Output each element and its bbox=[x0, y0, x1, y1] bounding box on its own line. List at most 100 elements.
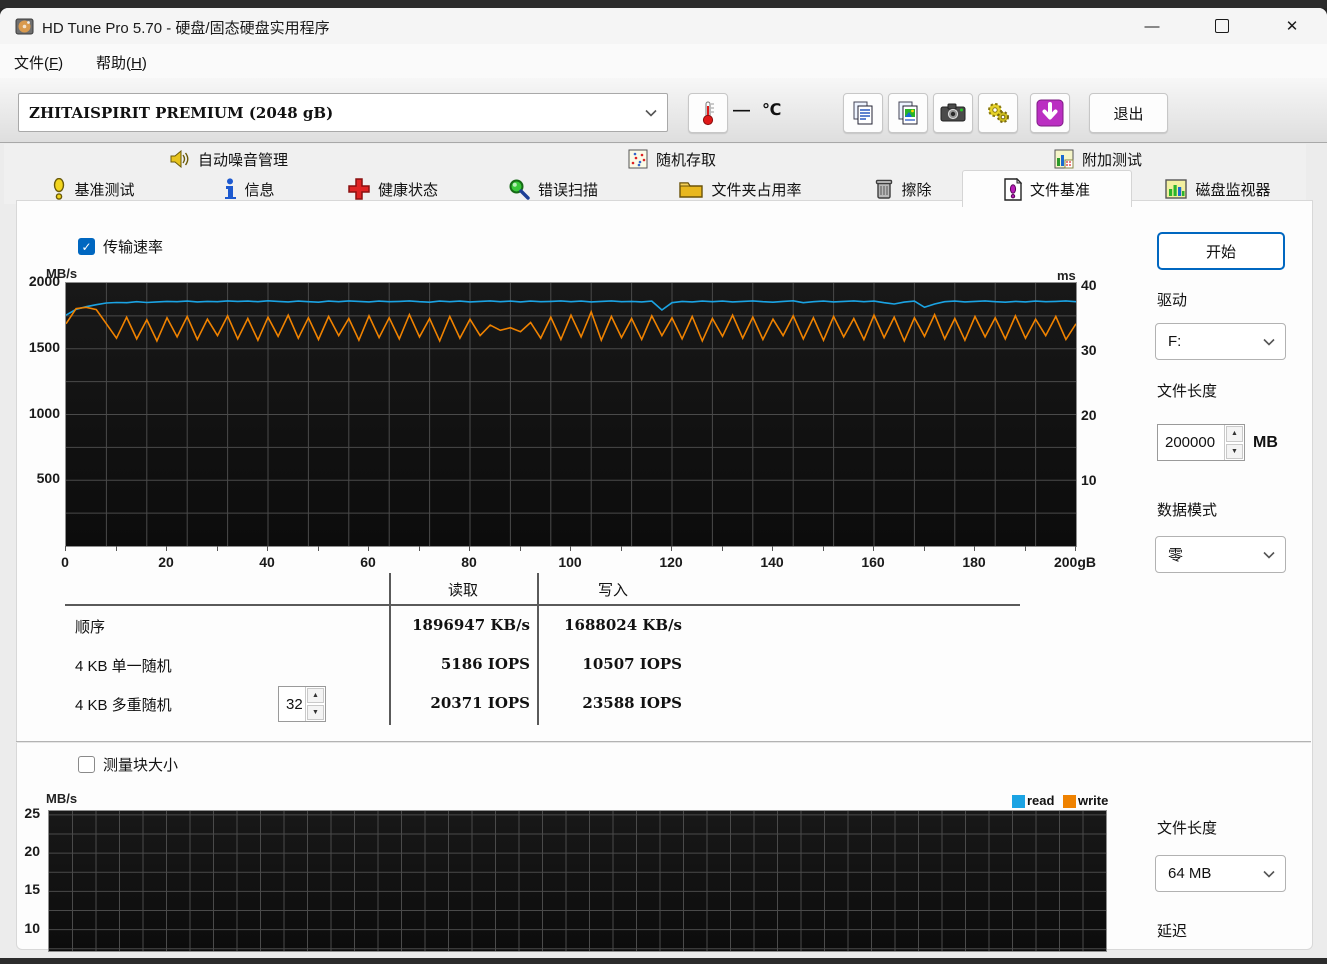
axis-tick-label: 140 bbox=[760, 554, 784, 570]
tab-label: 错误扫描 bbox=[537, 181, 598, 199]
block-size-label: 测量块大小 bbox=[103, 757, 179, 774]
queue-depth-spinner[interactable]: 32 ▲ ▼ bbox=[278, 686, 326, 722]
spin-down-icon[interactable]: ▼ bbox=[307, 705, 324, 720]
screen-edge-top bbox=[0, 0, 1327, 8]
app-icon bbox=[15, 17, 34, 41]
trash-icon bbox=[876, 179, 893, 199]
drive-dropdown[interactable]: F: bbox=[1155, 323, 1286, 360]
minimize-button[interactable]: — bbox=[1129, 8, 1175, 44]
x-axis-tick bbox=[267, 546, 268, 551]
bottom-y-unit: MB/s bbox=[46, 791, 78, 806]
series-write bbox=[66, 306, 1076, 343]
y-axis-left-labels: 2000 1500 1000 500 bbox=[16, 273, 60, 545]
copy-image-button[interactable] bbox=[888, 93, 928, 133]
bottom-y-axis-labels: 25 20 15 10 bbox=[10, 805, 44, 950]
folder-icon bbox=[679, 182, 704, 198]
start-button[interactable]: 开始 bbox=[1157, 232, 1285, 270]
x-axis-tick bbox=[317, 546, 319, 551]
drive-dropdown-value: F: bbox=[1168, 333, 1182, 350]
x-axis-tick bbox=[671, 546, 672, 551]
tab-label: 文件基准 bbox=[1029, 181, 1090, 199]
legend-read-swatch bbox=[1012, 795, 1025, 808]
x-axis-tick bbox=[822, 546, 824, 551]
exit-button[interactable]: 退出 bbox=[1089, 93, 1168, 133]
benchmark-icon bbox=[54, 178, 65, 200]
x-axis-tick bbox=[772, 546, 773, 551]
seq-read-value: 1896947 KB/s bbox=[412, 616, 530, 634]
x-axis-tick bbox=[166, 546, 167, 551]
bottom-file-length-dropdown[interactable]: 64 MB bbox=[1155, 855, 1286, 892]
axis-tick-label: 10 bbox=[1081, 472, 1097, 489]
chevron-down-icon bbox=[1263, 338, 1275, 346]
screenshot-button[interactable] bbox=[933, 93, 973, 133]
spin-up-icon[interactable]: ▲ bbox=[1226, 426, 1243, 442]
bottom-file-length-label: 文件长度 bbox=[1157, 820, 1218, 837]
x-axis-tick bbox=[721, 546, 723, 551]
tab-label: 信息 bbox=[244, 181, 275, 199]
spin-up-icon[interactable]: ▲ bbox=[307, 688, 324, 703]
x-axis-tick bbox=[873, 546, 874, 551]
tab-file-benchmark-active[interactable]: 文件基准 bbox=[962, 170, 1132, 207]
axis-tick-label: 160 bbox=[861, 554, 885, 570]
axis-tick-label: 15 bbox=[24, 881, 40, 898]
close-button[interactable]: ✕ bbox=[1269, 8, 1315, 44]
file-benchmark-icon bbox=[1004, 177, 1022, 201]
file-length-value: 200000 bbox=[1165, 434, 1216, 451]
tab-label: 随机存取 bbox=[655, 151, 716, 169]
drive-select-value: ZHITAISPIRIT PREMIUM (2048 gB) bbox=[29, 103, 334, 122]
copy-image-icon bbox=[898, 101, 918, 125]
tab-auto-noise[interactable]: 自动噪音管理 bbox=[4, 144, 456, 174]
tab-label: 健康状态 bbox=[377, 181, 438, 199]
x-axis-tick bbox=[469, 546, 470, 551]
disk-monitor-icon bbox=[1165, 179, 1188, 199]
drive-select[interactable]: ZHITAISPIRIT PREMIUM (2048 gB) bbox=[18, 93, 668, 132]
toolbar: ZHITAISPIRIT PREMIUM (2048 gB) — ℃ 退出 bbox=[0, 78, 1327, 143]
temperature-button[interactable] bbox=[688, 93, 728, 133]
x-axis-tick bbox=[368, 546, 369, 551]
x-axis-tick bbox=[923, 546, 925, 551]
tab-random-access[interactable]: 随机存取 bbox=[454, 144, 892, 174]
maximize-button[interactable] bbox=[1199, 8, 1245, 44]
tab-label: 附加测试 bbox=[1081, 151, 1142, 169]
chevron-down-icon bbox=[1263, 551, 1275, 559]
axis-tick-label: 20 bbox=[158, 554, 174, 570]
copy-text-button[interactable] bbox=[843, 93, 883, 133]
x-axis-tick bbox=[620, 546, 622, 551]
data-mode-dropdown[interactable]: 零 bbox=[1155, 536, 1286, 573]
axis-tick-label: 30 bbox=[1081, 342, 1097, 359]
x-axis-tick bbox=[519, 546, 521, 551]
axis-tick-label: 100 bbox=[558, 554, 582, 570]
menu-help[interactable]: 帮助(H) bbox=[90, 50, 153, 75]
axis-tick-label: 80 bbox=[461, 554, 477, 570]
y-axis-right-labels: 40 30 20 10 bbox=[1081, 277, 1121, 545]
file-length-spinner[interactable]: 200000 ▲ ▼ bbox=[1157, 424, 1245, 461]
magnifier-icon bbox=[509, 179, 530, 200]
chevron-down-icon bbox=[1263, 870, 1275, 878]
x-axis-labels: 0 20 40 60 80 100 120 140 160 180 200gB bbox=[61, 554, 1105, 572]
y-right-unit: ms bbox=[1057, 268, 1076, 283]
axis-tick-label: 200gB bbox=[1053, 554, 1097, 570]
extra-tests-icon bbox=[1054, 149, 1074, 169]
settings-button[interactable] bbox=[978, 93, 1018, 133]
tab-label: 基准测试 bbox=[74, 181, 135, 199]
menu-file[interactable]: 文件(F) bbox=[8, 50, 69, 75]
axis-tick-label: 1500 bbox=[28, 338, 60, 355]
axis-tick-label: 0 bbox=[61, 554, 69, 570]
legend-write-label: write bbox=[1078, 793, 1109, 808]
window-title: HD Tune Pro 5.70 - 硬盘/固态硬盘实用程序 bbox=[42, 20, 330, 37]
spin-down-icon[interactable]: ▼ bbox=[1226, 443, 1243, 459]
x-axis-tick bbox=[65, 546, 66, 551]
transfer-rate-checkbox[interactable]: ✓ 传输速率 bbox=[78, 236, 163, 257]
temperature-unit: ℃ bbox=[762, 102, 782, 119]
tab-label: 自动噪音管理 bbox=[197, 151, 288, 169]
axis-tick-label: 60 bbox=[360, 554, 376, 570]
tab-label: 文件夹占用率 bbox=[711, 181, 802, 199]
axis-tick-label: 120 bbox=[659, 554, 683, 570]
axis-tick-label: 20 bbox=[24, 843, 40, 860]
file-length-unit: MB bbox=[1253, 434, 1278, 451]
block-size-checkbox[interactable]: 测量块大小 bbox=[78, 754, 178, 775]
series-read bbox=[66, 299, 1076, 316]
save-results-button[interactable] bbox=[1030, 93, 1070, 133]
x-axis-tick bbox=[115, 546, 117, 551]
4k-multi-write-value: 23588 IOPS bbox=[582, 694, 682, 712]
